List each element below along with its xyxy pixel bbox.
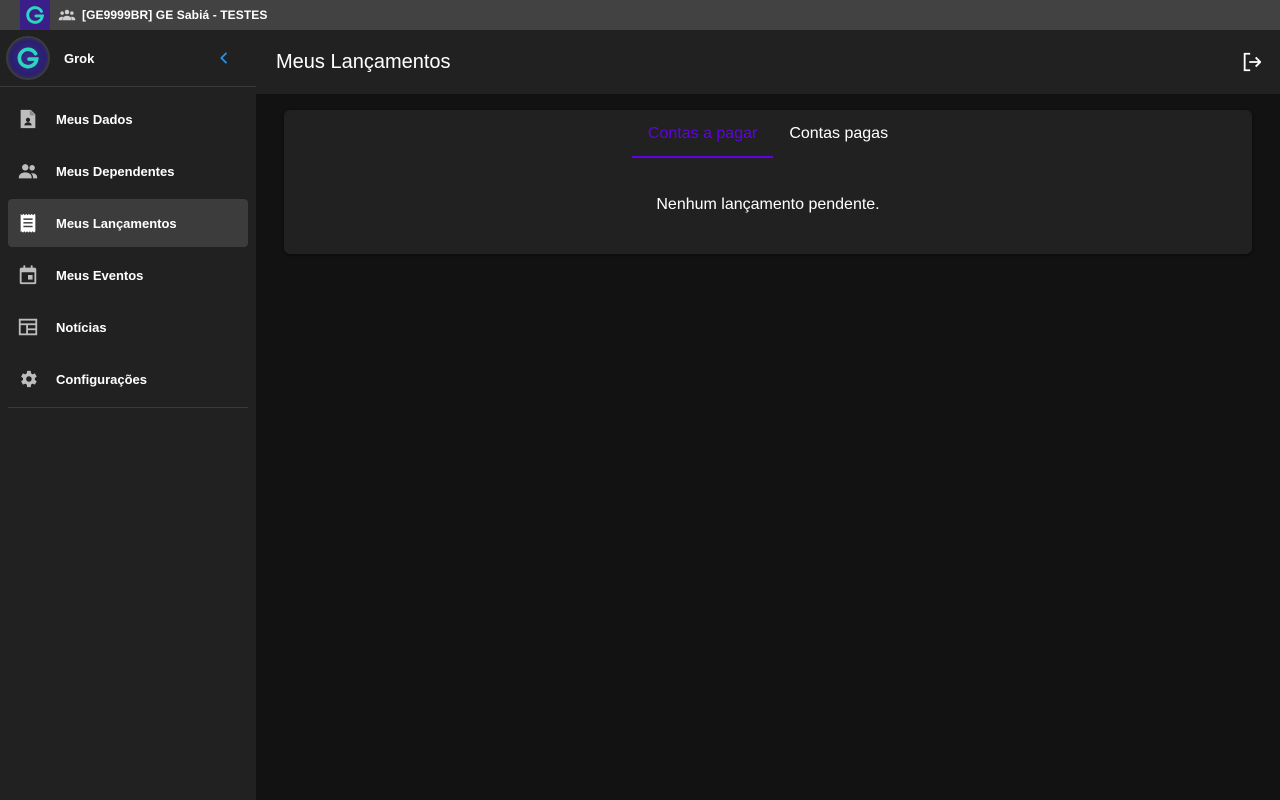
top-bar: [GE9999BR] GE Sabiá - TESTES — [0, 0, 1280, 30]
group-title: [GE9999BR] GE Sabiá - TESTES — [82, 8, 268, 22]
calendar-icon — [16, 263, 40, 287]
account-file-icon — [16, 107, 40, 131]
sidebar-item-label: Configurações — [56, 371, 148, 387]
sidebar-item-meus-dependentes[interactable]: Meus Dependentes — [8, 147, 248, 195]
newspaper-icon — [16, 315, 40, 339]
sidebar-nav: Meus Dados Meus Dependentes Meus Lançame… — [0, 87, 256, 408]
app-logo-icon[interactable] — [20, 0, 50, 30]
sidebar: Grok Meus Dados Meus Dependentes Meus La… — [0, 30, 256, 800]
empty-state-message: Nenhum lançamento pendente. — [656, 196, 880, 213]
logout-icon — [1243, 52, 1262, 72]
lancamentos-card: Contas a pagar Contas pagas Nenhum lança… — [284, 110, 1252, 254]
sidebar-item-label: Notícias — [56, 319, 107, 335]
sidebar-divider — [8, 407, 248, 408]
sidebar-item-label: Meus Eventos — [56, 267, 144, 283]
sidebar-item-label: Meus Lançamentos — [56, 215, 177, 231]
tabs: Contas a pagar Contas pagas — [284, 110, 1252, 158]
sidebar-header: Grok — [0, 30, 256, 87]
tab-contas-pagas[interactable]: Contas pagas — [773, 110, 904, 158]
sidebar-item-meus-lancamentos[interactable]: Meus Lançamentos — [8, 199, 248, 247]
user-name: Grok — [64, 50, 95, 66]
sidebar-item-noticias[interactable]: Notícias — [8, 303, 248, 351]
chevron-left-icon — [220, 52, 227, 64]
collapse-sidebar-button[interactable] — [212, 46, 236, 70]
sidebar-item-meus-dados[interactable]: Meus Dados — [8, 95, 248, 143]
sidebar-item-configuracoes[interactable]: Configurações — [8, 355, 248, 403]
avatar[interactable] — [8, 38, 48, 78]
sidebar-item-meus-eventos[interactable]: Meus Eventos — [8, 251, 248, 299]
gear-icon — [16, 367, 40, 391]
people-icon — [16, 159, 40, 183]
sidebar-item-label: Meus Dados — [56, 111, 133, 127]
page-title: Meus Lançamentos — [276, 50, 451, 73]
receipt-icon — [16, 211, 40, 235]
group-icon — [58, 6, 76, 24]
main-header: Meus Lançamentos — [256, 30, 1280, 94]
sidebar-item-label: Meus Dependentes — [56, 163, 175, 179]
logout-button[interactable] — [1240, 50, 1264, 74]
tab-contas-a-pagar[interactable]: Contas a pagar — [631, 110, 774, 158]
